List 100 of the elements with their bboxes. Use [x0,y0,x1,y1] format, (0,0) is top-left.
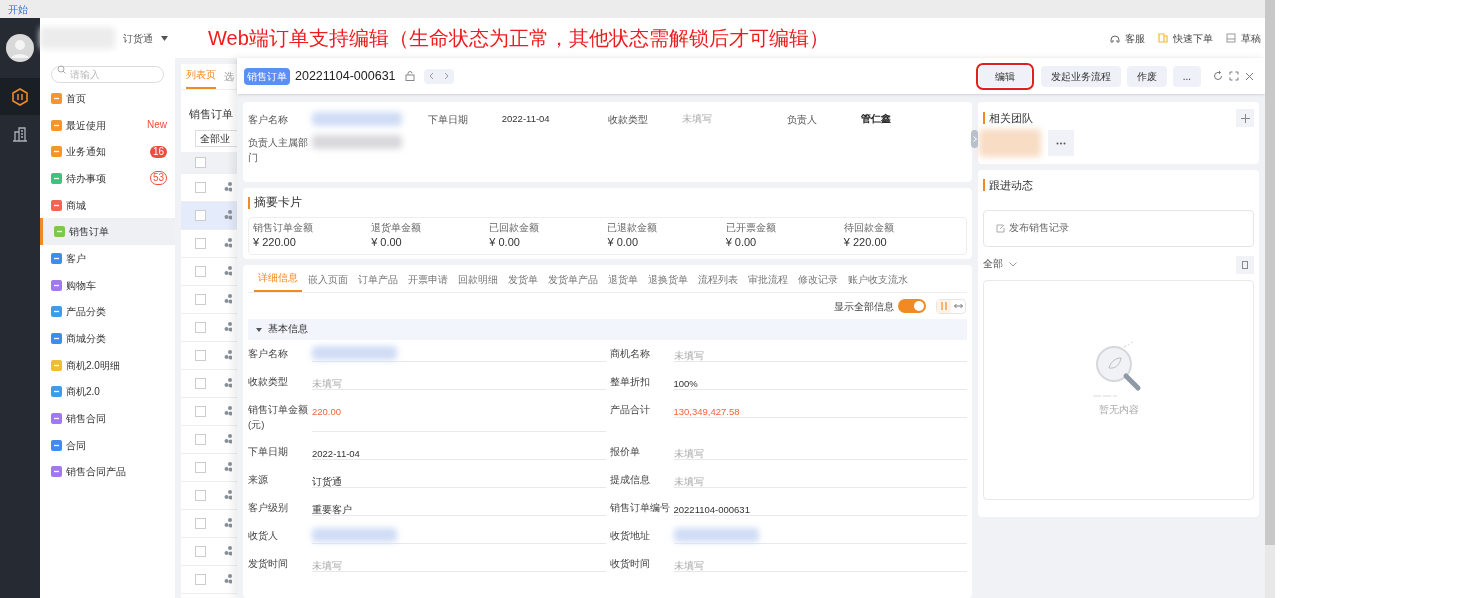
empty-message: 暂无内容 [1098,403,1139,418]
checkbox[interactable] [195,377,206,389]
count-badge: 16 [149,145,167,158]
field-value: 100% [673,378,698,389]
field-label: 提成信息 [609,473,651,487]
card-title: 相关团队 [989,110,1033,126]
checkbox[interactable] [195,321,206,333]
field-value: 未填写 [673,560,704,571]
nav-item[interactable]: 业务通知 16 [40,138,175,166]
detail-tab[interactable]: 退换货单 [648,272,688,292]
checkbox[interactable] [195,157,206,168]
field-label: 负责人 [787,113,819,127]
title-accent-bar [248,196,250,209]
checkbox[interactable] [195,461,206,473]
nav-item[interactable]: 产品分类 [40,298,175,326]
metric-label: 退货单金额 [371,222,423,234]
post-record-field[interactable]: 发布销售记录 [983,209,1254,247]
checkbox[interactable] [195,209,206,221]
nav-item[interactable]: 商机2.0明细 [40,351,175,379]
more-button[interactable] [1048,130,1074,156]
section-header[interactable]: 基本信息 [248,319,967,340]
lock-icon [404,71,415,81]
detail-tab[interactable]: 退货单 [608,272,638,292]
checkbox[interactable] [195,293,206,305]
nav-item[interactable]: 首页 [40,85,175,112]
detail-tab[interactable]: 修改记录 [798,272,838,292]
list-title: 销售订单 [189,107,234,122]
filter-dropdown[interactable]: 全部 [983,257,1017,272]
title-accent-bar [983,179,985,192]
expand-width-icon [953,303,963,309]
detail-tab[interactable]: 账户收支流水 [848,272,908,292]
checkbox[interactable] [195,517,206,529]
rail-tab[interactable] [0,78,40,115]
field-label: 客户名称 [248,347,289,361]
detail-tab[interactable]: 发货单 [508,272,538,292]
checkbox[interactable] [195,265,206,277]
nav-item[interactable]: 合同 [40,431,175,459]
metric-label: 已退款金额 [607,222,659,234]
toggle-switch[interactable] [898,299,926,313]
checkbox[interactable] [195,433,206,445]
checkbox[interactable] [195,237,206,249]
action-button[interactable]: ... [1172,65,1201,87]
search-field[interactable]: 请输入 [51,66,164,83]
checkbox[interactable] [195,573,206,585]
action-button[interactable]: 作废 [1126,65,1167,87]
caret-icon [161,35,168,41]
nav-item[interactable]: 商城分类 [40,325,175,352]
nav-item[interactable]: 销售订单 [40,218,175,246]
collapse-handle[interactable] [971,130,978,148]
detail-tab[interactable]: 审批流程 [748,272,788,292]
checkbox[interactable] [195,489,206,501]
field-label: 收货地址 [609,529,651,543]
clipboard-button[interactable] [1236,255,1254,274]
refresh-icon [1213,71,1223,81]
detail-tab[interactable]: 订单产品 [358,272,398,292]
chevron-right-icon [443,72,449,80]
field-label: 收货人 [248,529,279,543]
field-label: 来源 [248,473,269,487]
nav-item[interactable]: 客户 [40,245,175,272]
checkbox[interactable] [195,349,206,361]
checkbox[interactable] [195,545,206,557]
checkbox[interactable] [195,181,206,193]
header-link[interactable]: 快速下单 [1157,30,1213,46]
type-tag: 销售订单 [244,67,290,85]
detail-tab[interactable]: 嵌入页面 [308,272,348,292]
field-value: 2022-11-04 [312,448,360,459]
avatar-icon [6,34,34,62]
nav-item[interactable]: 购物车 [40,271,175,299]
field-value: 管仁鑫 [861,112,892,126]
search-icon [57,65,66,74]
nav-item[interactable]: 销售合同产品 [40,458,175,486]
detail-tab[interactable]: 开票申请 [408,272,448,292]
start-link[interactable]: 开始 [8,1,28,17]
new-label: New [147,119,167,132]
field-label: 收款类型 [248,375,289,389]
people-icon [224,210,232,220]
hexagon-icon [12,87,28,106]
field-value: 未填写 [673,476,704,487]
nav-item[interactable]: 最近使用 New [40,111,175,139]
action-button[interactable]: 编辑 [978,65,1031,87]
detail-tab[interactable]: 回款明细 [458,272,498,292]
nav-item[interactable]: 待办事项 53 [40,165,175,192]
action-button[interactable]: 发起业务流程 [1040,65,1121,87]
field-label: 客户级别 [248,501,289,515]
header-link[interactable]: 草稿 [1225,30,1261,46]
detail-tab[interactable]: 发货单产品 [548,272,598,292]
order-number: 20221104-000631 [295,67,396,85]
two-column-button[interactable] [937,299,951,313]
app-switcher[interactable]: 订货通 [123,30,153,46]
header-link[interactable]: 客服 [1109,30,1145,46]
field-value: 2022-11-04 [501,112,550,126]
detail-tab[interactable]: 流程列表 [698,272,738,292]
metric-value: ¥ 220.00 [253,235,297,250]
table-row[interactable] [181,201,237,230]
scrollbar-thumb[interactable] [1265,0,1275,545]
nav-item[interactable]: 商机2.0 [40,378,175,406]
nav-item[interactable]: 销售合同 [40,405,175,432]
nav-item[interactable]: 商城 [40,191,175,219]
checkbox[interactable] [195,405,206,417]
add-button[interactable] [1236,109,1254,127]
